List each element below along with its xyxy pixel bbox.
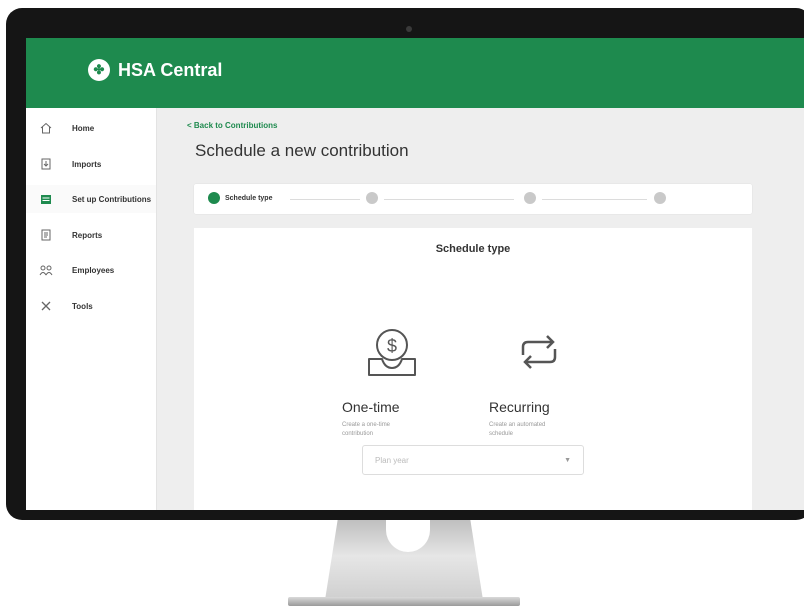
step-connector (384, 199, 514, 200)
sidebar: Home Imports Set up Contributions Report… (26, 108, 157, 510)
app-screen: ✤ HSA Central Home Imports Set up Contri… (26, 38, 804, 510)
sidebar-item-label: Home (72, 123, 95, 133)
option-recurring[interactable]: Recurring Create an automated schedule (489, 323, 589, 439)
monitor-frame: ✤ HSA Central Home Imports Set up Contri… (6, 8, 804, 520)
chevron-down-icon: ▼ (564, 456, 571, 464)
calendar-icon (38, 191, 54, 207)
monitor-base (288, 597, 520, 606)
sidebar-item-imports[interactable]: Imports (26, 150, 156, 178)
step-connector (542, 199, 647, 200)
recurring-arrows-icon (489, 323, 589, 381)
sidebar-item-set-up-contributions[interactable]: Set up Contributions (26, 185, 156, 213)
option-title: Recurring (489, 399, 550, 415)
step-4[interactable] (654, 192, 671, 204)
back-link[interactable]: < Back to Contributions (187, 121, 277, 130)
progress-stepper: Schedule type (194, 184, 752, 214)
step-label: Schedule type (225, 194, 273, 202)
sidebar-item-label: Tools (72, 301, 93, 311)
option-description: Create an automated schedule (489, 422, 546, 437)
money-tray-icon: $ (342, 323, 442, 381)
app-name: HSA Central (118, 59, 223, 80)
step-indicator-icon (366, 192, 378, 204)
step-connector (290, 199, 360, 200)
page-title: Schedule a new contribution (195, 141, 409, 160)
tools-icon (38, 298, 54, 314)
select-placeholder: Plan year (375, 455, 409, 465)
svg-text:$: $ (387, 336, 397, 356)
sidebar-item-label: Reports (72, 230, 103, 240)
sidebar-item-home[interactable]: Home (26, 114, 156, 142)
option-title: One-time (342, 399, 400, 415)
schedule-type-card: Schedule type $ One-time Create a one-ti… (194, 228, 752, 510)
card-title: Schedule type (435, 243, 511, 255)
step-indicator-icon (208, 192, 220, 204)
clover-logo-icon: ✤ (88, 59, 110, 81)
sidebar-item-employees[interactable]: Employees (26, 256, 156, 284)
sidebar-item-label: Imports (72, 159, 102, 169)
step-2[interactable] (366, 192, 383, 204)
people-icon (38, 262, 54, 278)
top-bar: ✤ HSA Central (26, 38, 804, 108)
step-indicator-icon (654, 192, 666, 204)
app-logo[interactable]: ✤ HSA Central (88, 59, 222, 81)
main-content: < Back to Contributions Schedule a new c… (157, 108, 804, 510)
step-indicator-icon (524, 192, 536, 204)
camera-icon (406, 26, 412, 32)
sidebar-item-label: Set up Contributions (72, 194, 152, 204)
report-icon (38, 227, 54, 243)
sidebar-item-label: Employees (72, 265, 115, 275)
plan-year-select[interactable]: Plan year ▼ (362, 445, 584, 475)
sidebar-item-reports[interactable]: Reports (26, 221, 156, 249)
home-icon (38, 120, 54, 136)
step-schedule-type[interactable]: Schedule type (208, 192, 272, 204)
option-one-time[interactable]: $ One-time Create a one-time contributio… (342, 323, 442, 439)
sidebar-item-tools[interactable]: Tools (26, 292, 156, 320)
option-description: Create a one-time contribution (342, 422, 391, 437)
step-3[interactable] (524, 192, 541, 204)
import-icon (38, 156, 54, 172)
